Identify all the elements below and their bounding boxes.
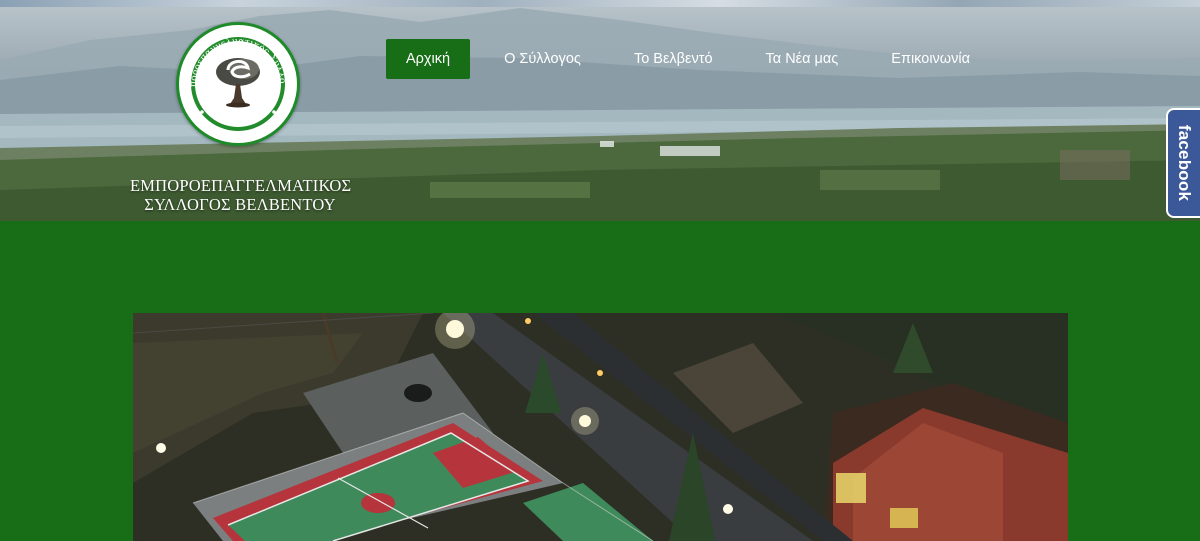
facebook-tab[interactable]: facebook xyxy=(1166,108,1200,218)
brand-line-1: ΕΜΠΟΡΟΕΠΑΓΓΕΛΜΑΤΙΚΟΣ xyxy=(130,176,352,195)
main-navigation: Αρχική Ο Σύλλογος Το Βελβεντό Τα Νέα μας… xyxy=(386,39,990,79)
brand-line-2: ΣΥΛΛΟΓΟΣ ΒΕΛΒΕΝΤΟΥ xyxy=(144,195,336,214)
nav-item-association[interactable]: Ο Σύλλογος xyxy=(484,39,601,79)
svg-text:Βελβεντού: Βελβεντού xyxy=(214,107,263,125)
logo-bottom-text: Βελβεντού xyxy=(214,107,263,125)
tree-with-e-leaf-icon: Εμποροεπαγγελματικός Σύλλογος Βελβεντού xyxy=(176,22,288,125)
nav-item-home[interactable]: Αρχική xyxy=(386,39,471,79)
featured-photo xyxy=(133,313,1068,541)
hero-banner: Εμποροεπαγγελματικός Σύλλογος Βελβεντού … xyxy=(0,0,1200,221)
association-logo[interactable]: Εμποροεπαγγελματικός Σύλλογος Βελβεντού xyxy=(176,22,300,146)
night-aerial-courts-image xyxy=(133,313,1068,541)
nav-item-contact[interactable]: Επικοινωνία xyxy=(871,39,990,79)
nav-item-news[interactable]: Τα Νέα μας xyxy=(746,39,859,79)
association-name: ΕΜΠΟΡΟΕΠΑΓΓΕΛΜΑΤΙΚΟΣ ΣΥΛΛΟΓΟΣ ΒΕΛΒΕΝΤΟΥ xyxy=(130,176,352,214)
nav-item-velvento[interactable]: Το Βελβεντό xyxy=(614,39,733,79)
facebook-icon: facebook xyxy=(1175,124,1194,202)
